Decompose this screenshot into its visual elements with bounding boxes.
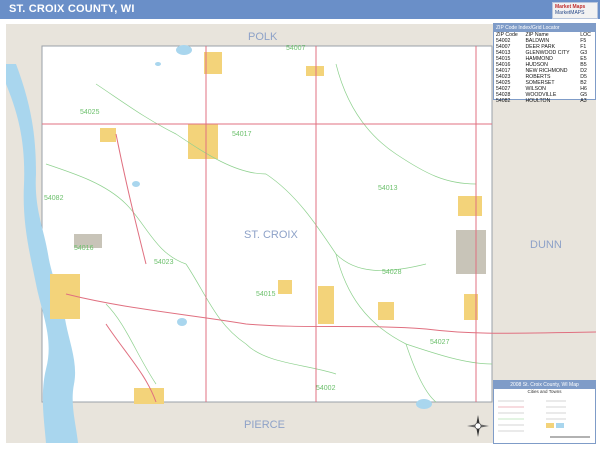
map-key-symbols <box>498 400 590 438</box>
zip-name: HOULTON <box>525 98 551 104</box>
town-baldwin <box>378 302 394 320</box>
zip-label: 54016 <box>74 245 94 252</box>
zip-label: 54027 <box>430 339 450 346</box>
lake-5 <box>155 62 161 66</box>
zip-label: 54007 <box>286 45 306 52</box>
compass-rose-icon <box>467 415 489 437</box>
zip-label: 54002 <box>316 385 336 392</box>
county-label-pierce: PIERCE <box>244 419 285 431</box>
county-label-st-croix: ST. CROIX <box>244 229 298 241</box>
town-hammond <box>318 286 334 324</box>
logo-line-2: MarketMAPS <box>555 10 585 16</box>
town-new-richmond <box>188 124 218 159</box>
town-gray-area-east <box>456 230 486 274</box>
town-glenwood-city <box>458 196 482 216</box>
zip-code-index-legend: ZIP Code Index/Grid Locator ZIP Code ZIP… <box>493 23 596 104</box>
zip-label: 54017 <box>232 131 252 138</box>
zip-label: 54015 <box>256 291 276 298</box>
town-somerset <box>100 128 116 142</box>
map-key-title: 2008 St. Croix County, WI Map <box>494 381 595 389</box>
town-deer-park <box>204 52 222 74</box>
zip-label: 54082 <box>44 195 64 202</box>
county-label-dunn: DUNN <box>530 239 562 251</box>
map-frame: ST. CROIX COUNTY, WI Market Maps MarketM… <box>0 0 600 450</box>
county-body <box>41 45 493 403</box>
zip-legend-title: ZIP Code Index/Grid Locator <box>494 24 595 32</box>
zip-label: 54013 <box>378 185 398 192</box>
zip-code: 54082 <box>496 98 511 104</box>
town-star-prairie <box>306 66 324 76</box>
zip-label: 54028 <box>382 269 402 276</box>
county-label-polk: POLK <box>248 31 278 43</box>
lake-3 <box>177 318 187 326</box>
zip-label: 54025 <box>80 109 100 116</box>
map-key-legend: 2008 St. Croix County, WI Map Cities and… <box>493 380 596 444</box>
table-row: 54082 HOULTON A3 <box>494 98 595 104</box>
lake-2 <box>132 181 140 187</box>
map-title: ST. CROIX COUNTY, WI <box>9 3 135 15</box>
lake-1 <box>176 45 192 55</box>
zip-label: 54023 <box>154 259 174 266</box>
zip-loc: A3 <box>580 98 587 104</box>
town-roberts <box>278 280 292 294</box>
logo-icon: Market Maps MarketMAPS <box>552 2 598 19</box>
town-river-falls <box>134 388 164 404</box>
lake-4 <box>416 399 432 409</box>
zip-legend-table: ZIP Code ZIP Name LOC 54002 BALDWIN F5 540… <box>494 32 595 104</box>
title-bar: ST. CROIX COUNTY, WI Market Maps MarketM… <box>0 0 600 19</box>
